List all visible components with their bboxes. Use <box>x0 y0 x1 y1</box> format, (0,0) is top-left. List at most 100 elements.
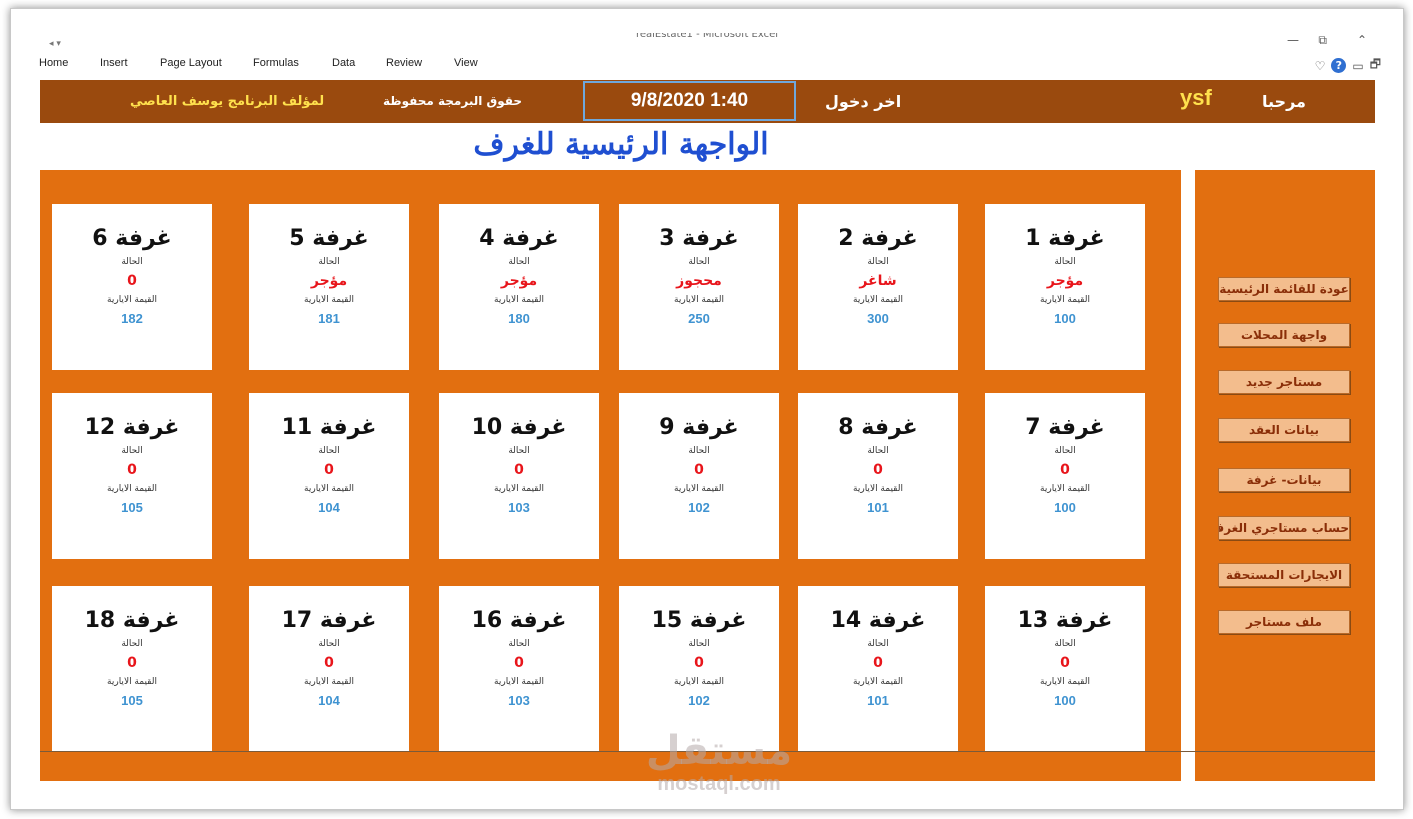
room-card[interactable]: غرفة 13 الحالة 0 القيمة الايارية 100 <box>985 586 1145 752</box>
tenant-file-button[interactable]: ملف مستاجر <box>1218 610 1350 634</box>
room-status: 0 <box>873 655 883 671</box>
room-card[interactable]: غرفة 12 الحالة 0 القيمة الايارية 105 <box>52 393 212 559</box>
tab-data[interactable]: Data <box>332 57 355 69</box>
room-rent: 250 <box>688 311 710 326</box>
room-rent: 103 <box>508 693 530 708</box>
status-label: الحالة <box>318 257 340 267</box>
room-name: غرفة 4 <box>479 226 559 251</box>
room-card[interactable]: غرفة 1 الحالة مؤجر القيمة الايارية 100 <box>985 204 1145 370</box>
status-label: الحالة <box>867 639 889 649</box>
room-card[interactable]: غرفة 18 الحالة 0 القيمة الايارية 105 <box>52 586 212 752</box>
rent-label: القيمة الايارية <box>107 484 157 494</box>
room-status: 0 <box>694 462 704 478</box>
due-rents-button[interactable]: الايجارات المستحقة <box>1218 563 1350 587</box>
room-name: غرفة 7 <box>1025 415 1105 440</box>
rent-label: القيمة الايارية <box>107 677 157 687</box>
room-data-button[interactable]: بيانات- غرفة <box>1218 468 1350 492</box>
room-card[interactable]: غرفة 8 الحالة 0 القيمة الايارية 101 <box>798 393 958 559</box>
tab-view[interactable]: View <box>454 57 478 69</box>
room-rent: 102 <box>688 693 710 708</box>
navigation-panel: عودة للقائمة الرئيسية واجهة المحلات مستا… <box>1195 170 1375 781</box>
status-label: الحالة <box>508 639 530 649</box>
room-rent: 103 <box>508 500 530 515</box>
tab-review[interactable]: Review <box>386 57 422 69</box>
restore-icon[interactable]: ⧉ <box>1318 33 1327 48</box>
room-name: غرفة 5 <box>289 226 369 251</box>
room-name: غرفة 2 <box>838 226 918 251</box>
room-rent: 182 <box>121 311 143 326</box>
room-status: 0 <box>127 655 137 671</box>
shops-interface-button[interactable]: واجهة المحلات <box>1218 323 1350 347</box>
rent-label: القيمة الايارية <box>494 295 544 305</box>
welcome-label: مرحبا <box>1262 92 1306 111</box>
rent-label: القيمة الايارية <box>674 677 724 687</box>
room-rent: 104 <box>318 693 340 708</box>
status-label: الحالة <box>508 257 530 267</box>
room-status: مؤجر <box>310 273 348 289</box>
tab-home[interactable]: Home <box>39 57 68 69</box>
room-card[interactable]: غرفة 17 الحالة 0 القيمة الايارية 104 <box>249 586 409 752</box>
room-card[interactable]: غرفة 16 الحالة 0 القيمة الايارية 103 <box>439 586 599 752</box>
room-status: 0 <box>694 655 704 671</box>
status-label: الحالة <box>1054 446 1076 456</box>
room-name: غرفة 8 <box>838 415 918 440</box>
back-to-main-menu-button[interactable]: عودة للقائمة الرئيسية <box>1218 277 1350 301</box>
room-name: غرفة 1 <box>1025 226 1105 251</box>
room-card[interactable]: غرفة 9 الحالة 0 القيمة الايارية 102 <box>619 393 779 559</box>
status-label: الحالة <box>867 446 889 456</box>
status-label: الحالة <box>121 257 143 267</box>
rent-label: القيمة الايارية <box>1040 677 1090 687</box>
room-name: غرفة 3 <box>659 226 739 251</box>
status-label: الحالة <box>867 257 889 267</box>
room-card[interactable]: غرفة 5 الحالة مؤجر القيمة الايارية 181 <box>249 204 409 370</box>
tab-formulas[interactable]: Formulas <box>253 57 299 69</box>
contract-data-button[interactable]: بيانات العقد <box>1218 418 1350 442</box>
rent-label: القيمة الايارية <box>853 484 903 494</box>
room-card[interactable]: غرفة 3 الحالة محجوز القيمة الايارية 250 <box>619 204 779 370</box>
excel-window: ◂ ▾ realEstate1 - Microsoft Excel — ⧉ ⌃ … <box>10 8 1404 810</box>
room-card[interactable]: غرفة 2 الحالة شاغر القيمة الايارية 300 <box>798 204 958 370</box>
room-status: مؤجر <box>1046 273 1084 289</box>
room-rent: 105 <box>121 693 143 708</box>
ribbon-controls: ♡ ? ▭ 🗗 <box>1315 55 1381 76</box>
rent-label: القيمة الايارية <box>674 484 724 494</box>
rent-label: القيمة الايارية <box>494 677 544 687</box>
rent-label: القيمة الايارية <box>304 295 354 305</box>
room-status: 0 <box>1060 655 1070 671</box>
new-tenant-button[interactable]: مستاجر جديد <box>1218 370 1350 394</box>
room-rent: 101 <box>867 500 889 515</box>
heart-icon[interactable]: ♡ <box>1315 59 1326 73</box>
room-card[interactable]: غرفة 7 الحالة 0 القيمة الايارية 100 <box>985 393 1145 559</box>
rent-label: القيمة الايارية <box>853 295 903 305</box>
room-tenants-account-button[interactable]: حساب مستاجري الغرف <box>1218 516 1350 540</box>
room-status: مؤجر <box>500 273 538 289</box>
rent-label: القيمة الايارية <box>107 295 157 305</box>
room-rent: 180 <box>508 311 530 326</box>
room-card[interactable]: غرفة 4 الحالة مؤجر القيمة الايارية 180 <box>439 204 599 370</box>
status-label: الحالة <box>688 257 710 267</box>
minimize-icon[interactable]: — <box>1287 33 1299 47</box>
status-label: الحالة <box>1054 639 1076 649</box>
room-card[interactable]: غرفة 6 الحالة 0 القيمة الايارية 182 <box>52 204 212 370</box>
minimize-workbook-icon[interactable]: ▭ <box>1352 59 1363 73</box>
room-name: غرفة 15 <box>651 608 747 633</box>
room-status: محجوز <box>676 273 722 289</box>
datetime-cell[interactable]: 9/8/2020 1:40 <box>583 81 796 121</box>
status-label: الحالة <box>508 446 530 456</box>
room-card[interactable]: غرفة 11 الحالة 0 القيمة الايارية 104 <box>249 393 409 559</box>
help-icon[interactable]: ? <box>1331 58 1347 73</box>
author-credit: لمؤلف البرنامج يوسف العاصي <box>130 94 325 109</box>
collapse-ribbon-icon[interactable]: ⌃ <box>1357 33 1367 47</box>
room-status: 0 <box>873 462 883 478</box>
room-card[interactable]: غرفة 10 الحالة 0 القيمة الايارية 103 <box>439 393 599 559</box>
room-card[interactable]: غرفة 14 الحالة 0 القيمة الايارية 101 <box>798 586 958 752</box>
room-rent: 104 <box>318 500 340 515</box>
restore-workbook-icon[interactable]: 🗗 <box>1370 55 1381 76</box>
room-rent: 100 <box>1054 500 1076 515</box>
room-name: غرفة 10 <box>471 415 567 440</box>
tab-page-layout[interactable]: Page Layout <box>160 57 222 69</box>
room-rent: 181 <box>318 311 340 326</box>
room-status: 0 <box>127 273 137 289</box>
tab-insert[interactable]: Insert <box>100 57 128 69</box>
room-name: غرفة 6 <box>92 226 172 251</box>
